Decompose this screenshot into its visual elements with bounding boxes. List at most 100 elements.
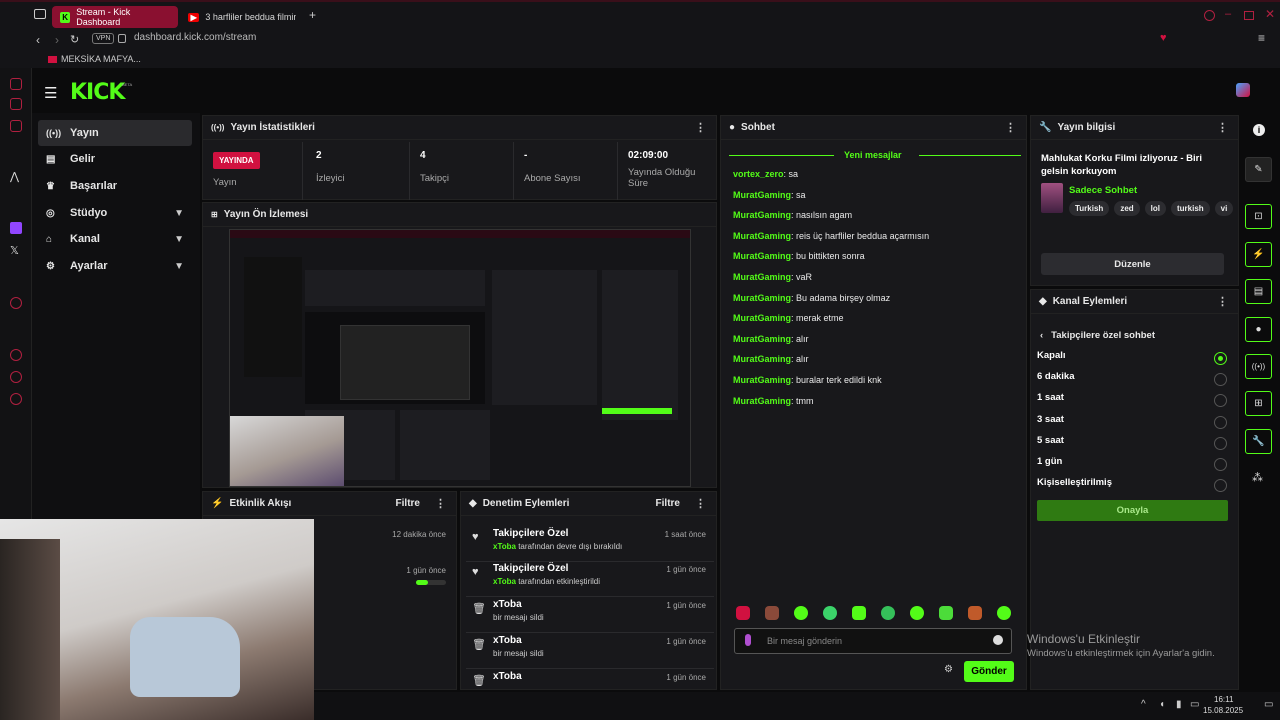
new-tab-button[interactable]: + [309,8,316,22]
url-field[interactable]: dashboard.kick.com/stream [134,32,256,43]
tab-kick-dashboard[interactable]: K Stream - Kick Dashboard [52,6,178,28]
followers-only-back[interactable]: ‹ Takipçilere özel sohbet [1040,330,1155,341]
chat-username[interactable]: MuratGaming [733,334,791,344]
chat-username[interactable]: MuratGaming [733,190,791,200]
minimize-button[interactable]: – [1225,8,1231,20]
radio-unselected[interactable] [1214,458,1227,471]
chat-settings-icon[interactable]: ⚙ [944,664,953,675]
nav-item-ayarlar[interactable]: ⚙ Ayarlar ▼ [38,253,192,279]
more-options-icon[interactable]: ⋮ [695,121,706,134]
kick-logo[interactable]: KICK [70,80,125,105]
radio-option[interactable]: 1 saat [1037,392,1227,410]
emote-icon[interactable] [910,606,924,620]
more-options-icon[interactable]: ⋮ [435,497,446,510]
nav-item-gelir[interactable]: ▤ Gelir [38,146,192,172]
lightning-icon[interactable]: ⚡ [1245,242,1272,267]
nav-item-kanal[interactable]: ⌂ Kanal ▼ [38,226,192,252]
mic-icon[interactable]: ▮ [1176,699,1182,710]
clock-time[interactable]: 16:11 [1214,695,1233,704]
heart-icon[interactable]: ♥ [1160,32,1167,44]
confirm-button[interactable]: Onayla [1037,500,1228,521]
chat-username[interactable]: MuratGaming [733,396,791,406]
chat-icon[interactable] [10,371,22,383]
settings-icon[interactable] [10,393,22,405]
radio-unselected[interactable] [1214,437,1227,450]
emote-icon[interactable] [765,606,779,620]
nav-item-basarilar[interactable]: ♛ Başarılar [38,173,192,199]
radio-option[interactable]: 1 gün [1037,456,1227,474]
messenger-icon[interactable] [10,98,22,110]
chat-username[interactable]: MuratGaming [733,272,791,282]
focus-icon[interactable]: ⊡ [1245,204,1272,229]
nav-item-studyo[interactable]: ◎ Stüdyo ▼ [38,200,192,226]
clock-icon[interactable] [10,349,22,361]
emote-icon[interactable] [997,606,1011,620]
chat-username[interactable]: MuratGaming [733,231,791,241]
stream-preview-video[interactable] [229,229,691,487]
vpn-badge[interactable]: VPN [92,33,115,44]
x-icon[interactable]: 𝕏 [10,244,19,257]
radio-unselected[interactable] [1214,373,1227,386]
pencil-icon[interactable]: ✎ [1245,157,1272,182]
search-icon[interactable] [1204,10,1215,21]
radio-option[interactable]: 5 saat [1037,435,1227,453]
more-options-icon[interactable]: ⋮ [1217,121,1228,134]
tabs-menu-icon[interactable] [34,9,46,19]
network-icon[interactable]: ▭ [1190,699,1199,710]
microphone-icon[interactable] [745,634,751,646]
radio-unselected[interactable] [1214,416,1227,429]
chat-username[interactable]: MuratGaming [733,313,791,323]
radio-option[interactable]: 3 saat [1037,414,1227,432]
close-button[interactable]: ✕ [1265,7,1275,21]
tag[interactable]: turkish [1171,201,1210,216]
forward-button[interactable]: › [55,33,59,47]
tag[interactable]: zed [1114,201,1140,216]
filter-button[interactable]: Filtre [396,498,420,509]
document-icon[interactable]: ▤ [1245,279,1272,304]
radio-option[interactable]: Kişiselleştirilmiş [1037,477,1227,495]
radio-unselected[interactable] [1214,394,1227,407]
emote-icon[interactable] [794,606,808,620]
chat-username[interactable]: MuratGaming [733,354,791,364]
radio-option[interactable]: Kapalı [1037,350,1227,368]
chat-username[interactable]: MuratGaming [733,251,791,261]
nav-item-yayin[interactable]: ((•)) Yayın [38,120,192,146]
tray-chevron-icon[interactable]: ^ [1141,699,1146,710]
volume-icon[interactable]: ◖ [1159,699,1165,710]
emote-icon[interactable] [881,606,895,620]
bookmark-item[interactable]: MEKSİKA MAFYA... [48,54,141,64]
emote-icon[interactable] [852,606,866,620]
tab-youtube[interactable]: ▶ 3 harfliler beddua filmini i... [180,6,304,28]
hamburger-menu-icon[interactable]: ☰ [44,84,57,102]
music-icon[interactable] [10,297,22,309]
back-button[interactable]: ‹ [36,33,40,47]
radio-option[interactable]: 6 dakika [1037,371,1227,389]
chat-username[interactable]: vortex_zero [733,169,784,179]
reload-button[interactable]: ↻ [70,33,79,46]
layout-icon[interactable]: ⊞ [1245,391,1272,416]
chat-input[interactable]: Bir mesaj gönderin [734,628,1012,654]
more-options-icon[interactable]: ⋮ [1217,295,1228,308]
tag[interactable]: lol [1144,201,1166,216]
radio-selected[interactable] [1214,352,1227,365]
chat-username[interactable]: MuratGaming [733,210,791,220]
twitch-icon[interactable] [10,222,22,234]
emote-icon[interactable] [968,606,982,620]
tag[interactable]: Turkish [1069,201,1110,216]
user-avatar[interactable] [1236,83,1250,97]
edit-button[interactable]: Düzenle [1041,253,1224,275]
radio-unselected[interactable] [1214,479,1227,492]
chat-username[interactable]: MuratGaming [733,293,791,303]
chat-username[interactable]: MuratGaming [733,375,791,385]
emoji-icon[interactable] [993,635,1003,645]
emote-icon[interactable] [939,606,953,620]
emote-icon[interactable] [823,606,837,620]
menu-icon[interactable]: ≡ [1258,31,1265,45]
tag[interactable]: vi [1214,201,1234,216]
gmail-icon[interactable] [10,120,22,132]
category-link[interactable]: Sadece Sohbet [1069,185,1137,196]
broadcast-icon[interactable]: ((•)) [1245,354,1272,379]
filter-button[interactable]: Filtre [656,498,680,509]
mod-user[interactable]: xToba [493,577,516,586]
notification-icon[interactable]: ▭ [1264,699,1273,710]
